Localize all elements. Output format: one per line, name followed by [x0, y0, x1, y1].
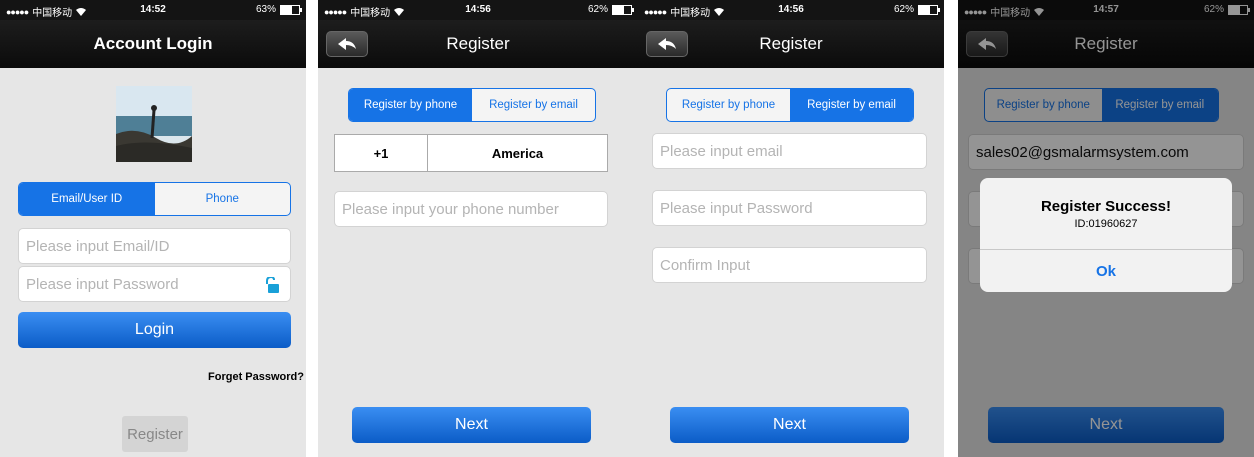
navbar: Account Login [0, 20, 306, 68]
battery-icon [918, 4, 940, 15]
tab-register-by-email[interactable]: Register by email [790, 89, 913, 121]
avatar [116, 86, 192, 162]
tab-phone[interactable]: Phone [155, 183, 291, 215]
email-id-field[interactable]: Please input Email/ID [18, 228, 291, 264]
next-button[interactable]: Next [352, 407, 591, 443]
battery-icon [612, 4, 634, 15]
register-success-alert: Register Success! ID:01960627 Ok [980, 178, 1232, 292]
tab-register-by-phone[interactable]: Register by phone [667, 89, 790, 121]
phone-number-field[interactable]: Please input your phone number [334, 191, 608, 227]
page-title: Account Login [93, 34, 213, 53]
login-screen: ●●●●● 中国移动 14:52 63% Account Login Email/… [0, 0, 306, 457]
status-bar: ●●●●● 中国移动 14:56 62% [638, 0, 944, 20]
status-bar: ●●●●● 中国移动 14:52 63% [0, 0, 306, 20]
unlock-icon[interactable] [264, 277, 280, 293]
battery-percent: 63% [255, 4, 276, 15]
ok-button[interactable]: Ok [980, 249, 1232, 292]
page-title: Register [446, 34, 510, 53]
register-button[interactable]: Register [122, 416, 188, 452]
battery-percent: 62% [587, 4, 608, 15]
login-button[interactable]: Login [18, 312, 291, 348]
register-email-screen: ●●●●● 中国移动 14:56 62% Register Register by… [638, 0, 944, 457]
alert-message: ID:01960627 [1074, 218, 1138, 230]
country-selector[interactable]: +1 America [334, 134, 608, 172]
register-mode-tabs: Register by phone Register by email [348, 88, 596, 122]
country-code: +1 [335, 135, 428, 171]
password-field[interactable]: Please input Password [18, 266, 291, 302]
navbar: Register [638, 20, 944, 68]
forget-password-link[interactable]: Forget Password? [208, 371, 304, 383]
page-title: Register [759, 34, 823, 53]
next-button[interactable]: Next [670, 407, 909, 443]
register-success-screen: ●●●●● 中国移动 14:57 62% Register Register by… [958, 0, 1254, 457]
register-mode-tabs: Register by phone Register by email [666, 88, 914, 122]
battery-icon [280, 4, 302, 15]
alert-title: Register Success! [1040, 198, 1172, 215]
tab-register-by-email[interactable]: Register by email [472, 89, 595, 121]
email-field[interactable]: Please input email [652, 133, 927, 169]
navbar: Register [318, 20, 638, 68]
password-field[interactable]: Please input Password [652, 190, 927, 226]
login-mode-tabs: Email/User ID Phone [18, 182, 291, 216]
tab-email-user-id[interactable]: Email/User ID [19, 183, 155, 215]
confirm-password-field[interactable]: Confirm Input [652, 247, 927, 283]
battery-percent: 62% [893, 4, 914, 15]
tab-register-by-phone[interactable]: Register by phone [349, 89, 472, 121]
password-placeholder: Please input Password [26, 275, 179, 293]
register-phone-screen: ●●●●● 中国移动 14:56 62% Register Register by… [318, 0, 638, 457]
country-name: America [491, 145, 544, 161]
status-bar: ●●●●● 中国移动 14:56 62% [318, 0, 638, 20]
